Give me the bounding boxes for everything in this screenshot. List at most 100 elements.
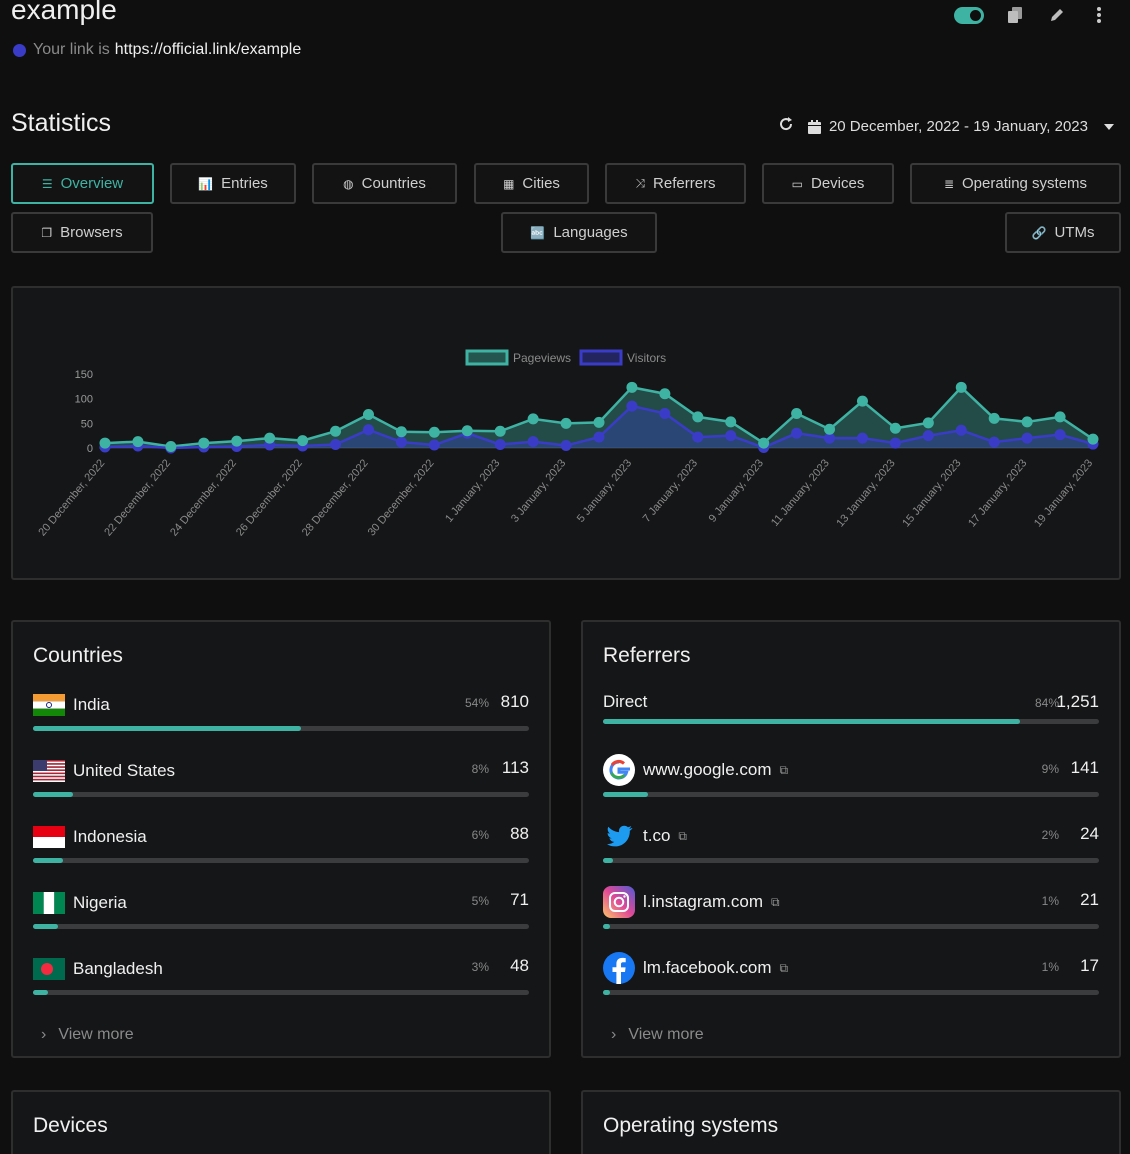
data-point-pageviews[interactable]: [988, 412, 1000, 424]
referrer-row[interactable]: Direct 84% 1,251: [603, 692, 1099, 734]
external-link-icon[interactable]: ⧉: [771, 895, 780, 910]
data-point-visitors[interactable]: [791, 427, 803, 439]
pencil-icon[interactable]: [1046, 4, 1068, 26]
tab-label: Browsers: [60, 224, 123, 241]
row-name-group: Direct: [603, 692, 647, 712]
data-point-pageviews[interactable]: [461, 425, 473, 437]
data-point-pageviews[interactable]: [791, 407, 803, 419]
country-row[interactable]: Bangladesh 3% 48: [33, 956, 529, 998]
external-link-icon[interactable]: ⧉: [780, 763, 789, 778]
tab-countries[interactable]: ◍ Countries: [312, 163, 457, 204]
country-row[interactable]: India 54% 810: [33, 692, 529, 734]
tab-utms[interactable]: 🔗 UTMs: [1005, 212, 1121, 253]
data-point-pageviews[interactable]: [626, 381, 638, 393]
data-point-visitors[interactable]: [1021, 432, 1033, 444]
data-point-visitors[interactable]: [560, 440, 572, 452]
data-point-visitors[interactable]: [494, 439, 506, 451]
tab-entries[interactable]: 📊 Entries: [170, 163, 296, 204]
row-value: 24: [1080, 824, 1099, 843]
data-point-pageviews[interactable]: [1087, 433, 1099, 445]
data-point-pageviews[interactable]: [758, 437, 770, 449]
data-point-visitors[interactable]: [856, 432, 868, 444]
data-point-visitors[interactable]: [330, 439, 342, 451]
data-point-visitors[interactable]: [988, 436, 1000, 448]
tab-overview[interactable]: ☰ Overview: [11, 163, 154, 204]
countries-title: Countries: [33, 644, 123, 667]
data-point-pageviews[interactable]: [725, 416, 737, 428]
refresh-icon[interactable]: [778, 116, 794, 137]
data-point-pageviews[interactable]: [824, 423, 836, 435]
tab-referrers[interactable]: ⤨ Referrers: [605, 163, 746, 204]
tab-languages[interactable]: 🔤 Languages: [501, 212, 657, 253]
referrer-row[interactable]: www.google.com ⧉ 9% 141: [603, 754, 1099, 800]
data-point-pageviews[interactable]: [198, 437, 210, 449]
data-point-pageviews[interactable]: [692, 411, 704, 423]
data-point-visitors[interactable]: [395, 436, 407, 448]
data-point-visitors[interactable]: [1054, 429, 1066, 441]
data-point-pageviews[interactable]: [264, 432, 276, 444]
referrers-view-more[interactable]: › View more: [611, 1026, 704, 1044]
data-point-pageviews[interactable]: [1021, 416, 1033, 428]
kebab-menu-icon[interactable]: [1088, 4, 1110, 26]
data-point-pageviews[interactable]: [593, 416, 605, 428]
external-link-icon[interactable]: ⧉: [678, 829, 687, 844]
header-actions: [954, 4, 1110, 26]
row-name-group: www.google.com ⧉: [603, 754, 788, 786]
row-percent: 9%: [1041, 762, 1059, 776]
legend-swatch: [579, 349, 623, 366]
tab-devices[interactable]: ▭ Devices: [762, 163, 894, 204]
data-point-visitors[interactable]: [428, 439, 440, 451]
enable-toggle[interactable]: [954, 6, 984, 24]
data-point-visitors[interactable]: [626, 400, 638, 412]
data-point-pageviews[interactable]: [231, 435, 243, 447]
link-url[interactable]: https://official.link/example: [115, 41, 301, 59]
data-point-pageviews[interactable]: [395, 426, 407, 438]
data-point-pageviews[interactable]: [165, 441, 177, 453]
data-point-pageviews[interactable]: [659, 388, 671, 400]
data-point-pageviews[interactable]: [955, 381, 967, 393]
legend-label[interactable]: Visitors: [627, 351, 666, 365]
data-point-pageviews[interactable]: [1054, 411, 1066, 423]
data-point-visitors[interactable]: [659, 407, 671, 419]
data-point-pageviews[interactable]: [132, 436, 144, 448]
tab-cities[interactable]: ▦ Cities: [474, 163, 589, 204]
chevron-right-icon: ›: [611, 1026, 617, 1043]
country-row[interactable]: Indonesia 6% 88: [33, 824, 529, 866]
tab-browsers[interactable]: ❐ Browsers: [11, 212, 153, 253]
data-point-visitors[interactable]: [889, 437, 901, 449]
data-point-pageviews[interactable]: [330, 425, 342, 437]
data-point-visitors[interactable]: [725, 430, 737, 442]
referrer-row[interactable]: t.co ⧉ 2% 24: [603, 824, 1099, 866]
row-name-group: United States: [33, 760, 175, 782]
date-range-picker[interactable]: 20 December, 2022 - 19 January, 2023: [807, 118, 1114, 135]
data-point-visitors[interactable]: [922, 430, 934, 442]
data-point-visitors[interactable]: [593, 431, 605, 443]
data-point-pageviews[interactable]: [297, 435, 309, 447]
country-row[interactable]: United States 8% 113: [33, 758, 529, 800]
data-point-pageviews[interactable]: [494, 425, 506, 437]
data-point-pageviews[interactable]: [922, 417, 934, 429]
data-point-pageviews[interactable]: [560, 417, 572, 429]
legend-label[interactable]: Pageviews: [513, 351, 571, 365]
row-percent: 84%: [1034, 696, 1059, 710]
data-point-pageviews[interactable]: [428, 426, 440, 438]
tab-operating-systems[interactable]: ≣ Operating systems: [910, 163, 1121, 204]
legend-swatch: [465, 349, 509, 366]
external-link-icon[interactable]: ⧉: [780, 961, 789, 976]
referrer-row[interactable]: l.instagram.com ⧉ 1% 21: [603, 886, 1099, 932]
data-point-visitors[interactable]: [692, 431, 704, 443]
data-point-pageviews[interactable]: [99, 437, 111, 449]
data-point-visitors[interactable]: [955, 424, 967, 436]
x-tick-label: 20 December, 2022: [36, 457, 107, 538]
country-row[interactable]: Nigeria 5% 71: [33, 890, 529, 932]
data-point-visitors[interactable]: [527, 436, 539, 448]
data-point-visitors[interactable]: [362, 424, 374, 436]
data-point-pageviews[interactable]: [527, 413, 539, 425]
data-point-pageviews[interactable]: [362, 408, 374, 420]
data-point-pageviews[interactable]: [889, 422, 901, 434]
data-point-pageviews[interactable]: [856, 395, 868, 407]
row-label: United States: [73, 761, 176, 780]
copy-icon[interactable]: [1004, 4, 1026, 26]
countries-view-more[interactable]: › View more: [41, 1026, 134, 1044]
referrer-row[interactable]: lm.facebook.com ⧉ 1% 17: [603, 952, 1099, 998]
